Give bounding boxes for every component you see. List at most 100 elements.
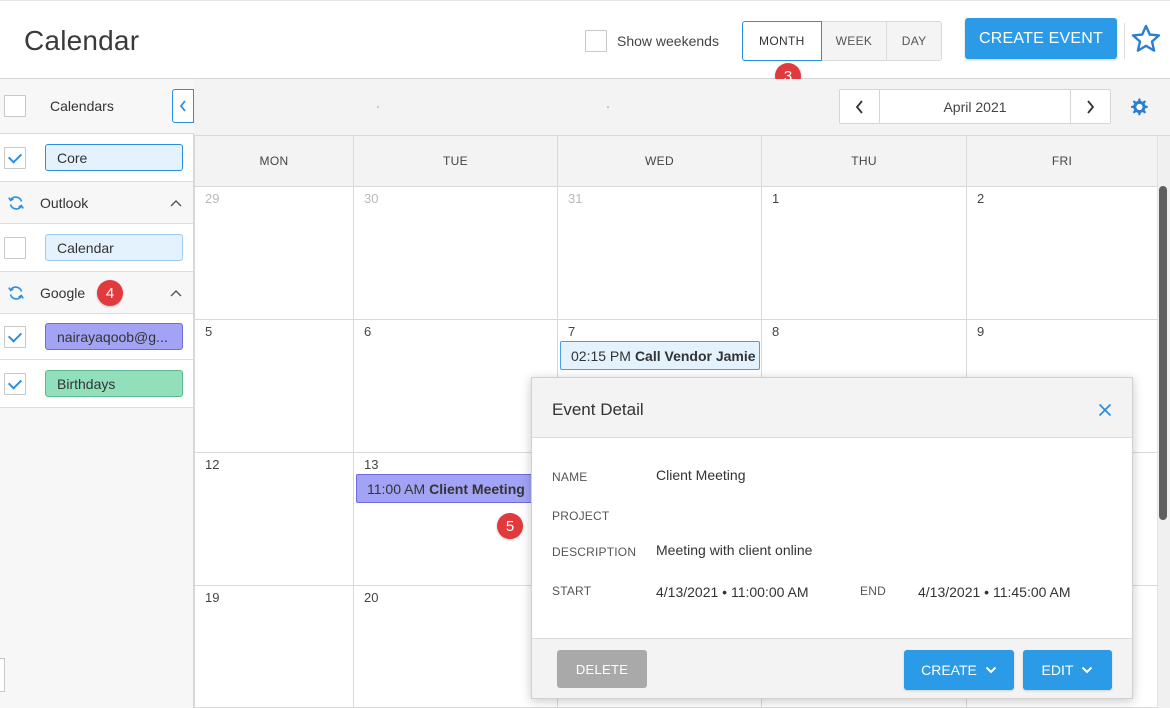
day-cell[interactable]: 12 [195, 453, 354, 586]
start-label: START [552, 584, 592, 598]
event-chip-client-meeting[interactable]: 11:00 AM Client Meeting [356, 474, 556, 503]
day-cell[interactable]: 20 [354, 586, 558, 708]
group-label: Google [40, 285, 86, 301]
day-cell[interactable]: 29 [195, 187, 354, 320]
create-button[interactable]: CREATE [904, 650, 1014, 690]
toolbar-dot [377, 106, 379, 108]
sidebar-item-core[interactable]: Core [0, 134, 193, 182]
start-value: 4/13/2021 • 11:00:00 AM [656, 584, 809, 600]
day-number: 13 [364, 457, 379, 472]
group-label: Outlook [40, 195, 89, 211]
sidebar-item-label: nairayaqoob@g... [45, 323, 183, 350]
event-time: 02:15 PM [571, 347, 631, 364]
popup-title: Event Detail [552, 400, 644, 419]
weekday-header: FRI [967, 136, 1158, 187]
sidebar-item-label: Birthdays [45, 370, 183, 397]
step-badge: 4 [97, 280, 123, 306]
project-label: PROJECT [552, 509, 610, 523]
show-weekends-toggle[interactable]: Show weekends [585, 30, 719, 52]
event-chip-call-vendor[interactable]: 02:15 PM Call Vendor Jamie [560, 341, 760, 370]
chevron-up-icon[interactable] [170, 289, 182, 297]
delete-button[interactable]: DELETE [557, 650, 647, 688]
day-number: 1 [772, 191, 780, 206]
day-cell[interactable]: 1 [762, 187, 967, 320]
current-month-label[interactable]: April 2021 [880, 90, 1070, 123]
end-value: 4/13/2021 • 11:45:00 AM [918, 584, 1071, 600]
close-icon[interactable] [1098, 403, 1112, 417]
day-number: 8 [772, 324, 780, 339]
sidebar-item-birthdays[interactable]: Birthdays [0, 360, 193, 408]
day-number: 2 [977, 191, 985, 206]
popup-header: Event Detail [532, 378, 1132, 438]
day-number: 29 [205, 191, 220, 206]
sidebar-group-outlook[interactable]: Outlook [0, 182, 193, 224]
sidebar-edge-handle[interactable] [0, 658, 5, 692]
grid-scrollbar-thumb[interactable] [1159, 186, 1167, 520]
calendar-sidebar: Calendars Core Outlook Calendar Google n… [0, 79, 194, 708]
select-all-calendars-checkbox[interactable] [4, 95, 26, 117]
calendar-toolbar: April 2021 [194, 79, 1170, 136]
chevron-down-icon [1082, 666, 1093, 674]
day-number: 9 [977, 324, 985, 339]
month-navigator: April 2021 [839, 89, 1111, 124]
day-cell[interactable]: 19 [195, 586, 354, 708]
sidebar-item-outlook-calendar[interactable]: Calendar [0, 224, 193, 272]
day-cell[interactable]: 31 [558, 187, 762, 320]
sync-icon[interactable] [7, 284, 25, 302]
view-month-button[interactable]: MONTH [742, 21, 822, 61]
day-cell[interactable]: 5 [195, 320, 354, 453]
show-weekends-label: Show weekends [617, 33, 719, 49]
day-cell[interactable]: 13 11:00 AM Client Meeting [354, 453, 558, 586]
weekday-header: MON [195, 136, 354, 187]
view-day-button[interactable]: DAY [887, 22, 941, 60]
show-weekends-checkbox[interactable] [585, 30, 607, 52]
sidebar-item-label: Core [45, 144, 183, 171]
end-label: END [860, 584, 886, 598]
chevron-right-icon [1087, 99, 1095, 114]
day-number: 12 [205, 457, 220, 472]
day-number: 19 [205, 590, 220, 605]
view-week-button[interactable]: WEEK [822, 22, 888, 60]
collapse-sidebar-button[interactable] [172, 89, 194, 123]
sidebar-item-label: Calendar [45, 234, 183, 261]
day-number: 30 [364, 191, 379, 206]
step-badge: 5 [497, 513, 523, 539]
name-label: NAME [552, 470, 588, 484]
chevron-up-icon[interactable] [170, 199, 182, 207]
core-checkbox[interactable] [4, 147, 26, 169]
event-time: 11:00 AM [367, 480, 426, 497]
chevron-left-icon [179, 100, 186, 112]
gear-icon[interactable] [1129, 96, 1151, 118]
day-number: 7 [568, 324, 576, 339]
day-number: 6 [364, 324, 372, 339]
day-cell[interactable]: 2 [967, 187, 1158, 320]
create-button-label: CREATE [921, 662, 977, 678]
day-number: 31 [568, 191, 583, 206]
sidebar-header-label: Calendars [50, 98, 114, 114]
day-number: 20 [364, 590, 379, 605]
edit-button-label: EDIT [1041, 662, 1074, 678]
next-month-button[interactable] [1070, 90, 1110, 123]
chevron-left-icon [855, 99, 863, 114]
outlook-calendar-checkbox[interactable] [4, 237, 26, 259]
sync-icon[interactable] [7, 194, 25, 212]
sidebar-item-google-account[interactable]: nairayaqoob@g... [0, 314, 193, 360]
view-switcher: MONTH WEEK DAY [742, 21, 942, 61]
chevron-down-icon [985, 666, 997, 674]
day-cell[interactable]: 6 [354, 320, 558, 453]
sidebar-header: Calendars [0, 79, 194, 134]
day-cell[interactable]: 30 [354, 187, 558, 320]
weekday-header: THU [762, 136, 967, 187]
create-event-button[interactable]: CREATE EVENT [965, 18, 1117, 59]
edit-button[interactable]: EDIT [1023, 650, 1112, 690]
birthdays-checkbox[interactable] [4, 373, 26, 395]
previous-month-button[interactable] [840, 90, 880, 123]
event-detail-popup: Event Detail NAME Client Meeting PROJECT… [531, 377, 1133, 699]
event-title: Client Meeting [429, 480, 525, 497]
star-icon[interactable] [1130, 23, 1162, 55]
description-label: DESCRIPTION [552, 545, 637, 559]
google-account-checkbox[interactable] [4, 326, 26, 348]
name-value: Client Meeting [656, 467, 746, 483]
header-divider [1124, 23, 1125, 59]
popup-footer: DELETE CREATE EDIT [532, 638, 1132, 698]
